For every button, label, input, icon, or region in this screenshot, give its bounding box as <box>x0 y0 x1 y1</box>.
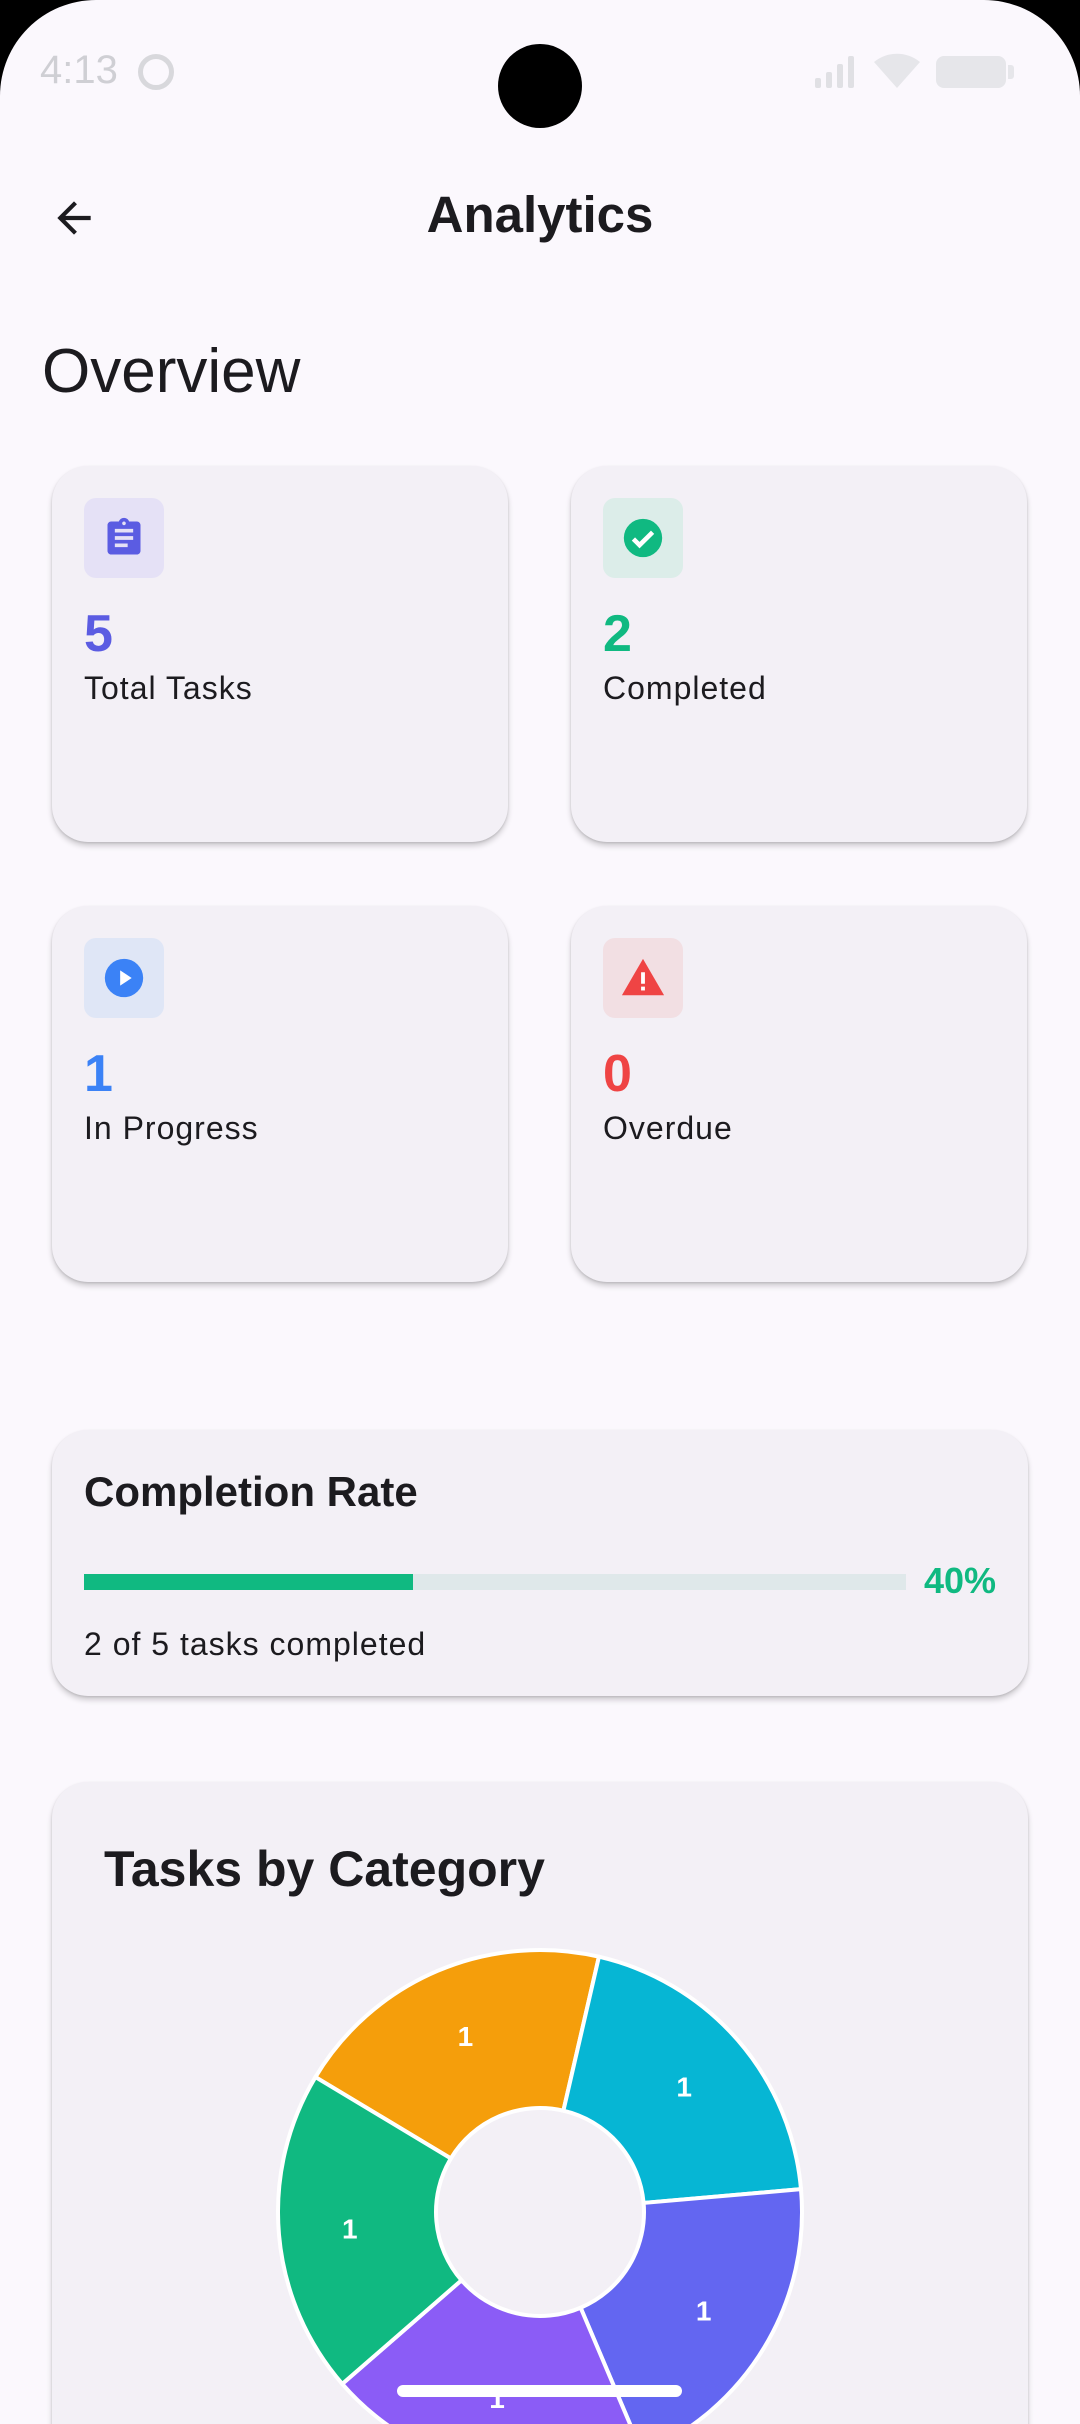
completed-card[interactable]: 2 Completed <box>571 466 1027 842</box>
completion-percent: 40% <box>923 1560 996 1601</box>
stat-icon-box <box>84 938 164 1018</box>
gesture-nav-handle[interactable] <box>397 2385 682 2397</box>
donut-slice-label: 1 <box>696 2295 712 2326</box>
tasks-by-category-card: Tasks by Category 11111 <box>52 1782 1028 2424</box>
in-progress-label: In Progress <box>84 1110 259 1146</box>
completed-value: 2 <box>603 605 632 663</box>
in-progress-value: 1 <box>84 1045 113 1103</box>
donut-slice-label: 1 <box>676 2072 692 2103</box>
wifi-icon <box>874 53 920 88</box>
donut-slice-label: 1 <box>458 2021 474 2052</box>
total-tasks-card[interactable]: 5 Total Tasks <box>52 466 508 842</box>
status-time: 4:13 <box>40 48 118 92</box>
completed-label: Completed <box>603 670 767 706</box>
completion-progress-bar <box>84 1574 906 1590</box>
camera-cutout <box>498 44 582 128</box>
warning-icon <box>621 958 665 996</box>
app-screen: 4:13 Analytics Overview 5 Total Tasks 2 … <box>0 0 1080 2424</box>
signal-icon <box>815 54 859 88</box>
overview-heading: Overview <box>42 337 301 406</box>
in-progress-card[interactable]: 1 In Progress <box>52 906 508 1282</box>
stat-icon-box <box>84 498 164 578</box>
status-bar: 4:13 <box>0 0 1080 140</box>
stat-icon-box <box>603 938 683 1018</box>
overdue-value: 0 <box>603 1045 632 1103</box>
total-tasks-label: Total Tasks <box>84 670 253 706</box>
clipboard-icon <box>107 517 141 555</box>
donut-slice-label: 1 <box>342 2214 358 2245</box>
battery-icon <box>936 56 1014 88</box>
completion-rate-title: Completion Rate <box>84 1468 418 1515</box>
total-tasks-value: 5 <box>84 605 113 663</box>
play-circle-icon <box>104 958 144 998</box>
completion-progress-fill <box>84 1574 413 1590</box>
stat-icon-box <box>603 498 683 578</box>
completion-summary: 2 of 5 tasks completed <box>84 1626 427 1662</box>
category-donut-chart: 11111 <box>276 1948 804 2424</box>
overdue-label: Overdue <box>603 1110 733 1146</box>
completion-rate-card: Completion Rate 40% 2 of 5 tasks complet… <box>52 1430 1028 1696</box>
check-circle-icon <box>623 518 663 558</box>
alarm-icon <box>138 54 174 90</box>
overdue-card[interactable]: 0 Overdue <box>571 906 1027 1282</box>
page-title: Analytics <box>426 186 654 243</box>
